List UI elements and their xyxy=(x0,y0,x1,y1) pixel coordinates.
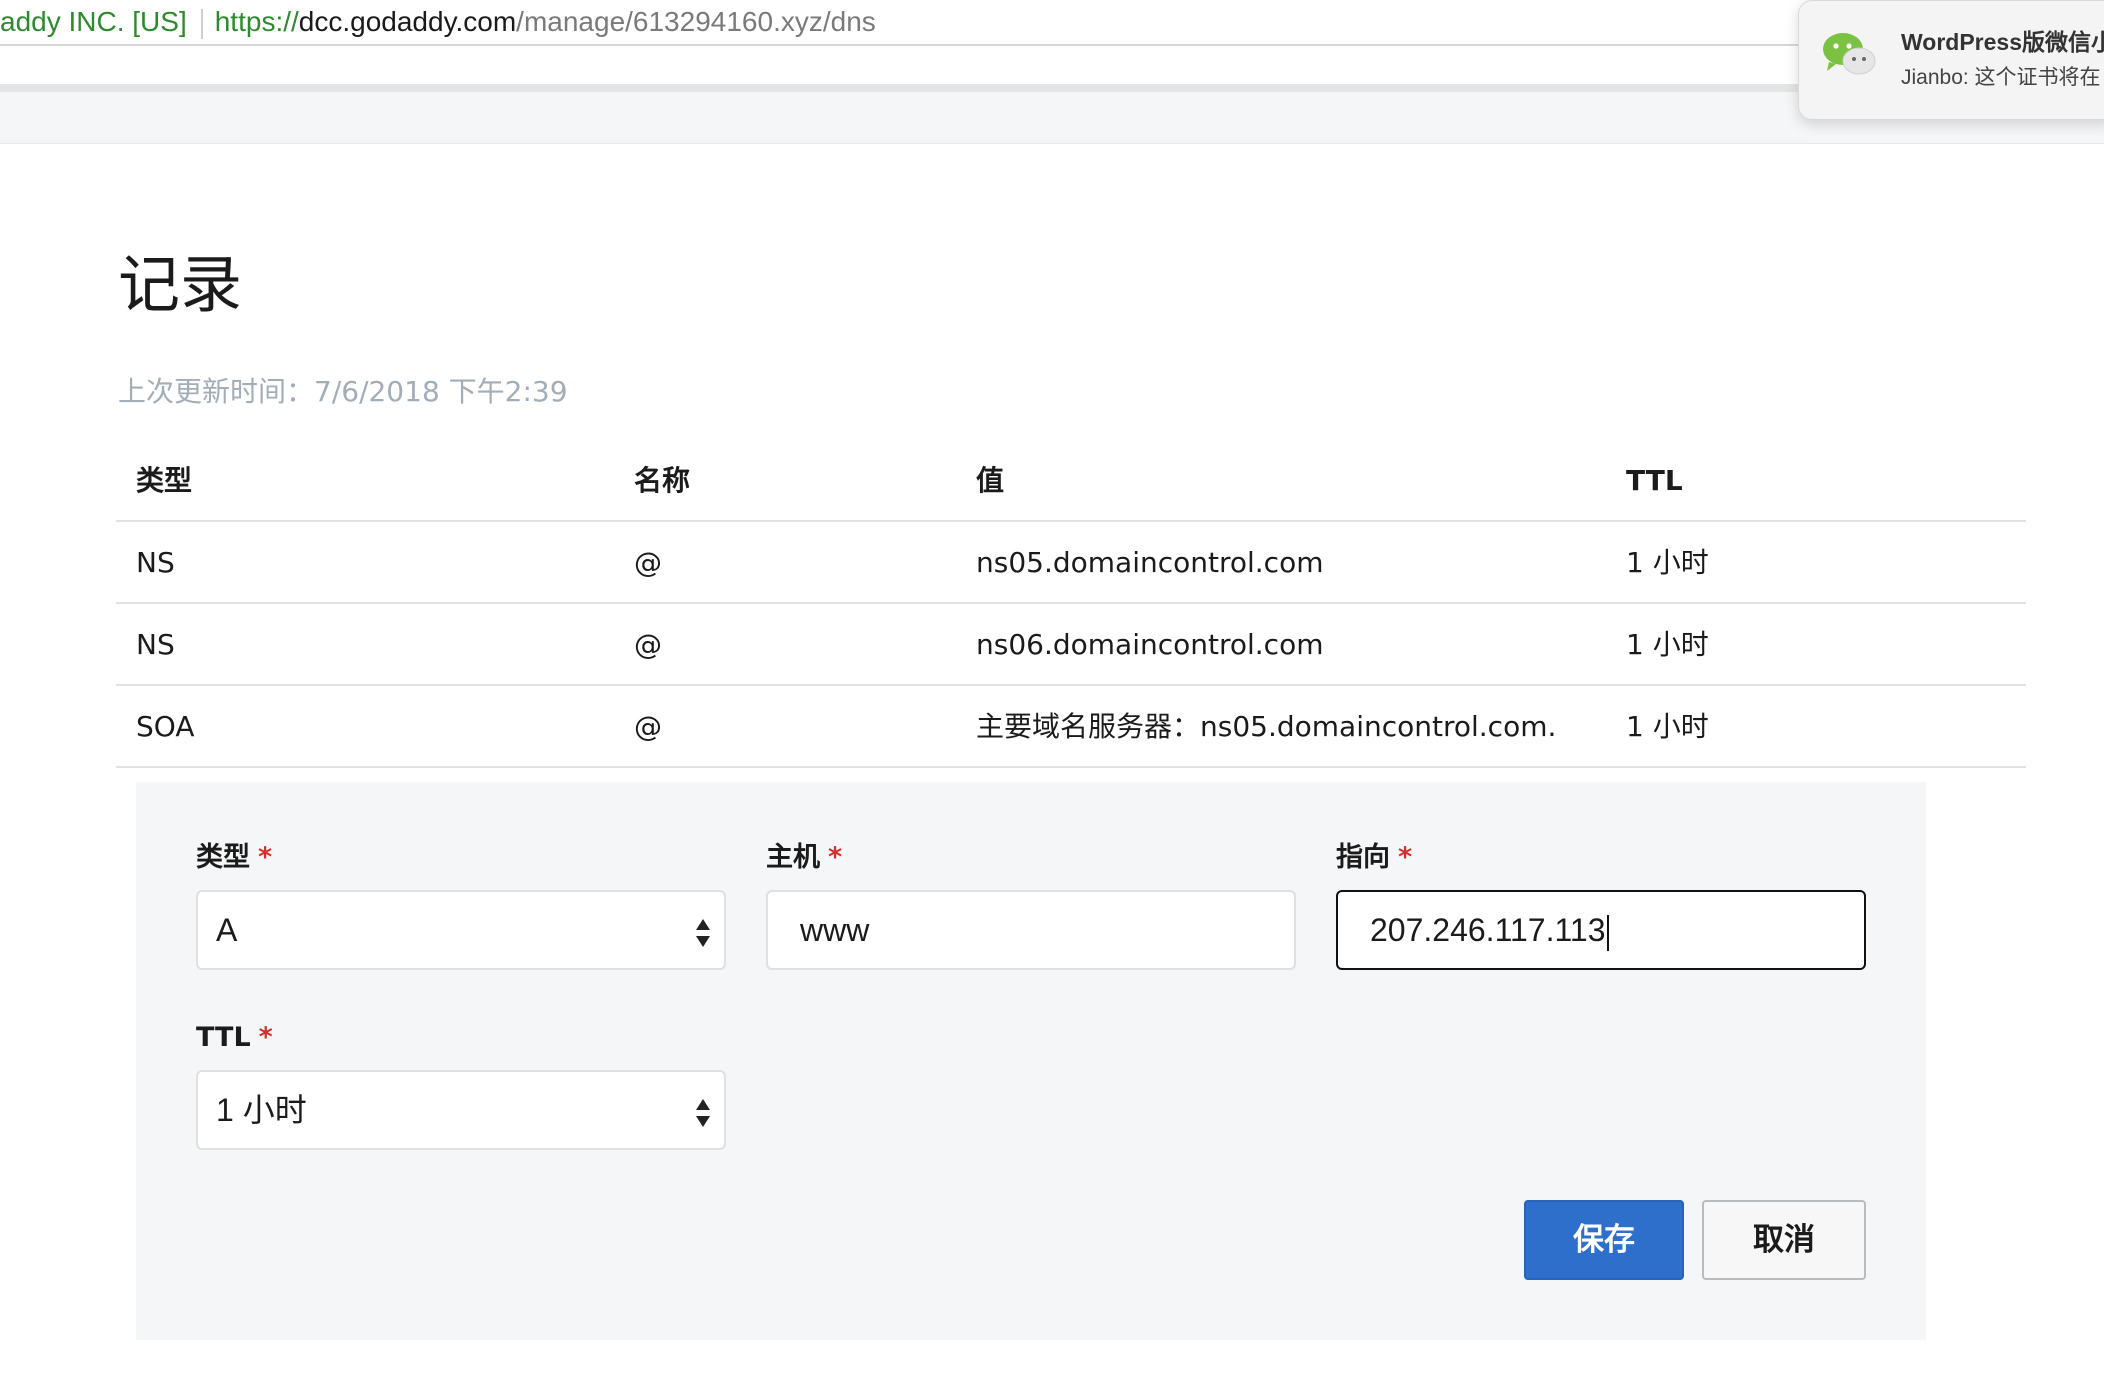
url-host: dcc.godaddy.com xyxy=(298,6,517,37)
address-separator xyxy=(200,8,203,39)
record-name: @ xyxy=(634,546,662,579)
toolbar-divider xyxy=(0,84,2104,92)
ttl-select[interactable]: 1 小时 xyxy=(196,1070,726,1150)
host-input[interactable]: www xyxy=(766,890,1296,970)
last-updated-text: 上次更新时间：7/6/2018 下午2:39 xyxy=(118,375,568,408)
points-to-label: 指向 * xyxy=(1336,842,1413,873)
record-ttl: 1 小时 xyxy=(1626,710,1709,743)
type-select[interactable]: A xyxy=(196,890,726,970)
record-name: @ xyxy=(634,628,662,661)
points-to-input-value: 207.246.117.113 xyxy=(1370,912,1606,948)
required-mark: * xyxy=(828,842,843,873)
certificate-org: addy INC. [US] xyxy=(0,6,187,37)
system-notification[interactable]: WordPress版微信小 Jianbo: 这个证书将在 xyxy=(1798,0,2104,120)
ttl-select-value: 1 小时 xyxy=(216,1092,307,1128)
record-type: NS xyxy=(136,628,175,661)
save-button[interactable]: 保存 xyxy=(1524,1200,1684,1280)
site-header-bar xyxy=(0,92,2104,144)
column-header-ttl: TTL xyxy=(1626,464,1683,497)
url-scheme: https:// xyxy=(214,6,299,37)
add-record-form: 类型 * A 主机 * www 指向 * 207.246.117.113 TTL * 1… xyxy=(136,782,1926,1340)
required-mark: * xyxy=(1398,842,1413,873)
text-cursor xyxy=(1607,914,1610,951)
table-row[interactable]: NS @ ns05.domaincontrol.com 1 小时 xyxy=(116,522,2026,604)
url-path: /manage/613294160.xyz/dns xyxy=(516,6,876,37)
required-mark: * xyxy=(258,1022,273,1053)
table-header-row: 类型 名称 值 TTL xyxy=(116,440,2026,522)
column-header-value: 值 xyxy=(976,464,1005,497)
ttl-label: TTL * xyxy=(196,1022,273,1053)
cancel-button[interactable]: 取消 xyxy=(1702,1200,1866,1280)
column-header-name: 名称 xyxy=(634,464,691,497)
type-select-value: A xyxy=(216,912,238,948)
page-title: 记录 xyxy=(118,248,243,321)
record-value: ns06.domaincontrol.com xyxy=(976,628,1324,661)
select-arrows-icon xyxy=(696,919,710,947)
points-to-input[interactable]: 207.246.117.113 xyxy=(1336,890,1866,970)
record-type: NS xyxy=(136,546,175,579)
required-mark: * xyxy=(258,842,273,873)
host-input-value: www xyxy=(800,912,870,948)
record-type: SOA xyxy=(136,710,195,743)
notification-body: Jianbo: 这个证书将在 xyxy=(1901,66,2101,89)
record-value: 主要域名服务器：ns05.domaincontrol.com. xyxy=(976,710,1557,743)
record-value: ns05.domaincontrol.com xyxy=(976,546,1324,579)
type-label: 类型 * xyxy=(196,842,273,873)
notification-title: WordPress版微信小 xyxy=(1901,29,2104,55)
dns-records-table: 类型 名称 值 TTL NS @ ns05.domaincontrol.com … xyxy=(116,440,2026,768)
select-arrows-icon xyxy=(696,1099,710,1127)
table-row[interactable]: NS @ ns06.domaincontrol.com 1 小时 xyxy=(116,604,2026,686)
url-display[interactable]: addy INC. [US] https://dcc.godaddy.com/ma… xyxy=(0,2,876,42)
host-label: 主机 * xyxy=(766,842,843,873)
record-ttl: 1 小时 xyxy=(1626,546,1709,579)
browser-address-bar[interactable]: addy INC. [US] https://dcc.godaddy.com/ma… xyxy=(0,0,2104,46)
record-name: @ xyxy=(634,710,662,743)
record-ttl: 1 小时 xyxy=(1626,628,1709,661)
table-row[interactable]: SOA @ 主要域名服务器：ns05.domaincontrol.com. 1 … xyxy=(116,686,2026,768)
wechat-icon xyxy=(1823,33,1876,75)
column-header-type: 类型 xyxy=(136,464,193,497)
